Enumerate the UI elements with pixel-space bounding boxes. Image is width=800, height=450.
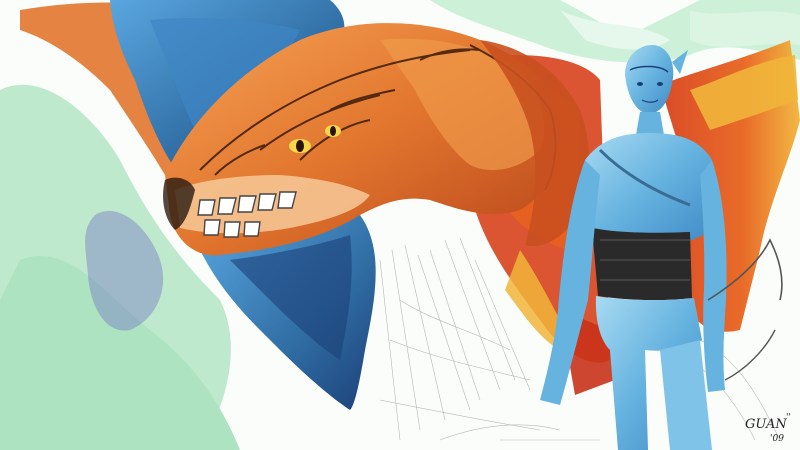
artist-signature: GUAN '' '09	[745, 413, 791, 444]
painting-svg: GUAN '' '09	[0, 0, 800, 450]
signature-line1: GUAN	[745, 417, 787, 432]
painting-canvas: GUAN '' '09	[0, 0, 800, 450]
signature-mark: ''	[786, 413, 791, 423]
signature-line2: '09	[770, 434, 784, 444]
